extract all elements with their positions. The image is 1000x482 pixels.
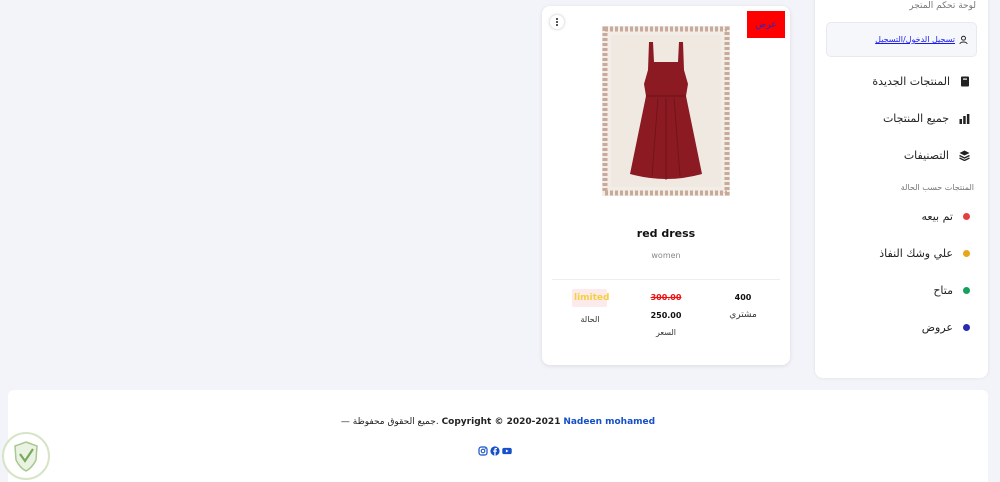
login-register-link[interactable]: تسجيل الدخول/التسجيل <box>826 22 977 57</box>
sidebar-item-label: المنتجات الجديدة <box>872 75 950 88</box>
status-item-label: علي وشك النفاذ <box>879 247 953 260</box>
sidebar-item-label: التصنيفات <box>903 149 949 162</box>
sidebar-item-categories[interactable]: التصنيفات <box>904 149 970 162</box>
kebab-dot <box>556 21 558 23</box>
price-label: السعر <box>655 328 677 337</box>
product-card[interactable]: عرض red dress women 400 مشتري 300.00 250… <box>542 6 790 365</box>
security-shield-logo <box>2 432 50 480</box>
sidebar-item-all-products[interactable]: جميع المنتجات <box>883 112 970 125</box>
status-label: الحالة <box>580 315 600 324</box>
social-links <box>478 446 512 456</box>
copyright-text: — جميع الحقوق محفوظة. Copyright © 2020-2… <box>8 417 988 427</box>
product-name[interactable]: red dress <box>542 227 790 240</box>
blue-dot-icon <box>963 324 970 331</box>
buyers-label: مشتري <box>729 310 757 320</box>
more-options-button[interactable] <box>550 15 564 29</box>
product-image[interactable] <box>602 26 730 196</box>
orange-dot-icon <box>963 250 970 257</box>
store-sidebar: لوحة تحكم المتجر تسجيل الدخول/التسجيل ال… <box>815 0 988 378</box>
bar-chart-icon <box>959 113 970 124</box>
product-category: women <box>651 251 681 260</box>
layers-icon <box>959 150 970 161</box>
user-icon <box>959 35 968 44</box>
status-stat: limited الحالة <box>572 289 609 324</box>
rights-text: — جميع الحقوق محفوظة. <box>340 417 439 427</box>
status-item-low-stock[interactable]: علي وشك النفاذ <box>879 247 970 260</box>
status-item-label: متاح <box>933 284 953 297</box>
green-dot-icon <box>963 287 970 294</box>
sidebar-item-label: جميع المنتجات <box>882 112 949 125</box>
copyright-years: Copyright © 2020-2021 <box>441 417 561 427</box>
status-item-available[interactable]: متاح <box>933 284 970 297</box>
page-footer: — جميع الحقوق محفوظة. Copyright © 2020-2… <box>8 390 988 482</box>
kebab-dot <box>556 18 558 20</box>
price-stat: 300.00 250.00 السعر <box>644 293 688 337</box>
author-link[interactable]: Nadeen mohamed <box>563 417 655 427</box>
youtube-icon[interactable] <box>502 446 512 456</box>
kebab-dot <box>556 24 558 26</box>
book-icon <box>961 76 969 87</box>
status-item-sold[interactable]: تم بيعه <box>922 210 970 223</box>
red-dot-icon <box>963 213 970 220</box>
sidebar-title: لوحة تحكم المتجر <box>909 1 976 11</box>
buyers-count: 400 <box>734 293 752 302</box>
sidebar-item-new-products[interactable]: المنتجات الجديدة <box>872 75 970 88</box>
buyers-stat: 400 مشتري <box>726 293 760 320</box>
status-item-label: عروض <box>921 321 953 334</box>
offer-badge: عرض <box>747 11 785 38</box>
instagram-icon[interactable] <box>478 446 488 456</box>
card-divider <box>552 279 780 280</box>
status-item-label: تم بيعه <box>921 210 953 223</box>
old-price: 300.00 <box>650 293 682 302</box>
login-register-label: تسجيل الدخول/التسجيل <box>875 35 955 44</box>
facebook-icon[interactable] <box>490 446 500 456</box>
status-item-offers[interactable]: عروض <box>922 321 970 334</box>
new-price: 250.00 <box>650 311 682 320</box>
status-value: limited <box>572 289 609 307</box>
status-section-heading: المنتجات حسب الحالة <box>900 183 974 192</box>
